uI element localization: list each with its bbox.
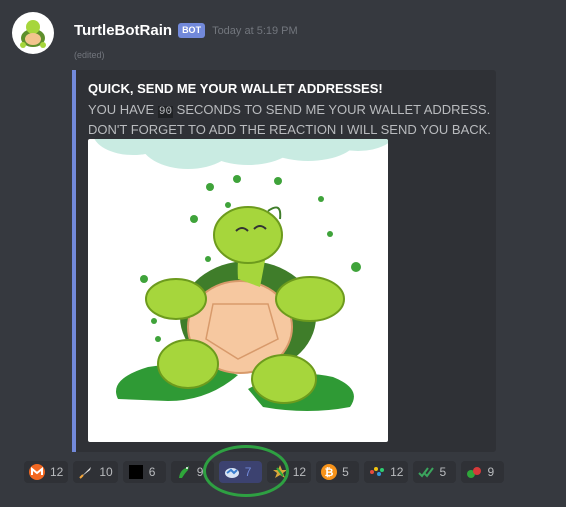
reaction-gold-star[interactable]: 12 [266,461,312,483]
timestamp: Today at 5:19 PM [212,24,298,37]
green-red-icon [466,464,482,480]
reaction-count: 12 [390,465,404,479]
black-square-icon [128,464,144,480]
reaction-count: 12 [292,465,307,479]
reactions-bar: 12 10 6 9 7 12 ₿ 5 12 5 9 [24,461,509,483]
reaction-count: 9 [196,465,204,479]
gold-star-icon [272,464,288,480]
username[interactable]: TurtleBotRain [74,22,172,39]
reaction-count: 10 [99,465,113,479]
reaction-green-dragon[interactable]: 9 [170,461,214,483]
reaction-count: 7 [244,465,252,479]
embed-title: QUICK, SEND ME YOUR WALLET ADDRESSES! [88,81,383,96]
reaction-rocket[interactable]: 10 [73,461,118,483]
reaction-green-red[interactable]: 9 [461,461,505,483]
green-dragon-icon [176,464,192,480]
svg-text:₿: ₿ [325,467,334,479]
message-embed: QUICK, SEND ME YOUR WALLET ADDRESSES! YO… [72,70,496,452]
embed-image[interactable] [88,139,388,442]
reaction-count: 5 [342,465,349,479]
reaction-bitcoin[interactable]: ₿ 5 [316,461,360,483]
avatar[interactable] [12,12,54,54]
embed-description: YOU HAVE 90 SECONDS TO SEND ME YOUR WALL… [88,102,491,137]
reaction-count: 6 [148,465,156,479]
reaction-black-square[interactable]: 6 [122,461,166,483]
bot-tag: BOT [178,23,206,38]
reaction-count: 5 [439,465,447,479]
seconds-code: 90 [157,106,174,118]
reaction-count: 12 [50,465,64,479]
edited-label: (edited) [74,50,105,60]
rocket-icon [78,464,94,480]
turtle-coin-icon [224,464,240,480]
double-check-icon [418,464,435,480]
bitcoin-icon: ₿ [321,464,338,480]
reaction-double-check[interactable]: 5 [413,461,457,483]
reaction-count: 9 [487,465,495,479]
colorful-logo-icon [369,464,385,480]
reaction-monero[interactable]: 12 [24,461,69,483]
reaction-turtle-coin[interactable]: 7 [218,461,262,483]
monero-icon [29,464,45,480]
reaction-colorful-logo[interactable]: 12 [364,461,409,483]
